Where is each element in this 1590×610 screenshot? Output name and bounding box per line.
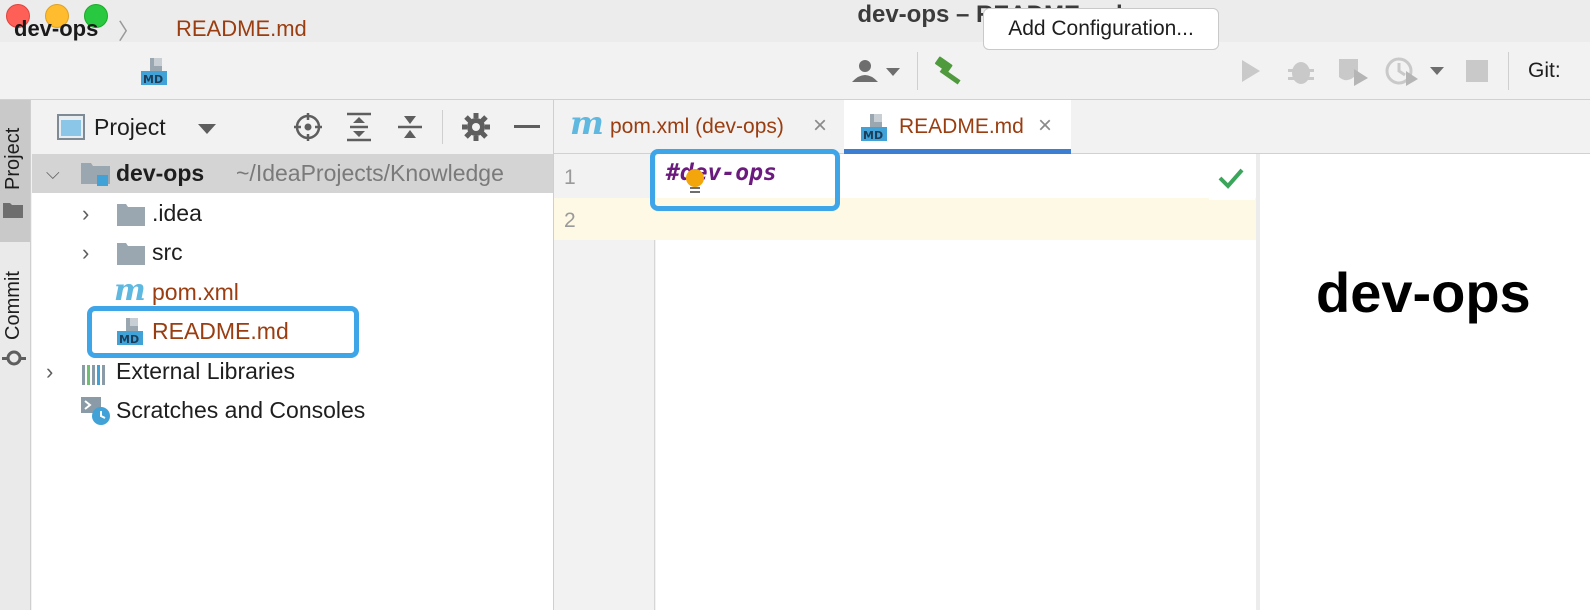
preview-heading: dev-ops [1316, 261, 1531, 324]
profiler-icon[interactable] [1384, 55, 1446, 92]
project-panel-title[interactable]: Project [94, 114, 166, 141]
debug-icon[interactable] [1285, 55, 1317, 92]
tree-item-label: .idea [152, 200, 202, 226]
close-icon[interactable]: × [1038, 112, 1052, 140]
add-configuration-button[interactable]: Add Configuration... [983, 8, 1219, 50]
breadcrumb-separator: 〉 [118, 19, 141, 44]
locate-target-icon[interactable] [293, 112, 323, 147]
toolbar-separator [917, 52, 918, 90]
toolbar-separator [1508, 52, 1509, 90]
breadcrumb-project[interactable]: dev-ops [14, 16, 98, 42]
run-with-coverage-icon[interactable] [1336, 55, 1372, 92]
tree-row-root[interactable]: ⌵ dev-ops ~/IdeaProjects/Knowledge [32, 154, 553, 193]
readme-highlight-callout [87, 306, 359, 358]
build-hammer-icon[interactable] [932, 54, 968, 93]
git-label[interactable]: Git: [1528, 59, 1561, 83]
expand-all-icon[interactable] [345, 112, 373, 147]
commit-icon[interactable] [2, 346, 26, 375]
svg-text:MD: MD [143, 73, 163, 86]
markdown-file-icon: MD [860, 112, 890, 147]
tree-item-label: src [152, 239, 183, 265]
line-number: 2 [564, 209, 576, 232]
breadcrumb-file[interactable]: README.md [176, 16, 307, 42]
gear-icon[interactable] [461, 112, 491, 147]
tree-row-external-libraries[interactable]: › External Libraries [32, 352, 553, 391]
chevron-right-icon[interactable]: › [82, 233, 89, 272]
checkmark-icon[interactable] [1217, 166, 1245, 195]
tree-item-label: External Libraries [116, 358, 295, 384]
scratches-icon [80, 395, 112, 439]
tab-label: README.md [899, 115, 1024, 138]
project-tool-label[interactable]: Project [2, 128, 25, 190]
tree-row-scratches[interactable]: Scratches and Consoles [32, 391, 553, 430]
hide-panel-icon[interactable] [514, 125, 540, 128]
root-project-path: ~/IdeaProjects/Knowledge [236, 160, 504, 186]
commit-tool-label[interactable]: Commit [2, 271, 25, 340]
markdown-preview [1260, 154, 1590, 610]
collapse-all-icon[interactable] [396, 112, 424, 147]
user-icon[interactable] [850, 58, 902, 91]
chevron-down-icon[interactable]: ⌵ [46, 154, 60, 193]
tab-label: pom.xml (dev-ops) [610, 115, 784, 138]
chevron-right-icon[interactable]: › [82, 194, 89, 233]
markdown-file-icon: MD [140, 56, 170, 91]
folder-icon [2, 200, 24, 225]
project-view-icon [57, 114, 85, 145]
close-icon[interactable]: × [813, 112, 827, 140]
chevron-right-icon[interactable]: › [46, 352, 53, 391]
stop-icon[interactable] [1466, 60, 1488, 82]
tree-row-src[interactable]: › src [32, 233, 553, 272]
heading-highlight-callout [650, 149, 840, 211]
panel-header-separator [442, 110, 443, 144]
maven-icon: m [114, 273, 146, 308]
view-mode-dropdown-icon[interactable] [196, 122, 218, 141]
tree-item-label: Scratches and Consoles [116, 397, 366, 423]
maven-icon: m [570, 104, 604, 142]
line-number: 1 [564, 166, 576, 189]
tree-row-idea[interactable]: › .idea [32, 194, 553, 233]
run-icon[interactable] [1238, 57, 1264, 90]
svg-text:MD: MD [863, 129, 883, 142]
root-project-name: dev-ops [116, 160, 205, 186]
